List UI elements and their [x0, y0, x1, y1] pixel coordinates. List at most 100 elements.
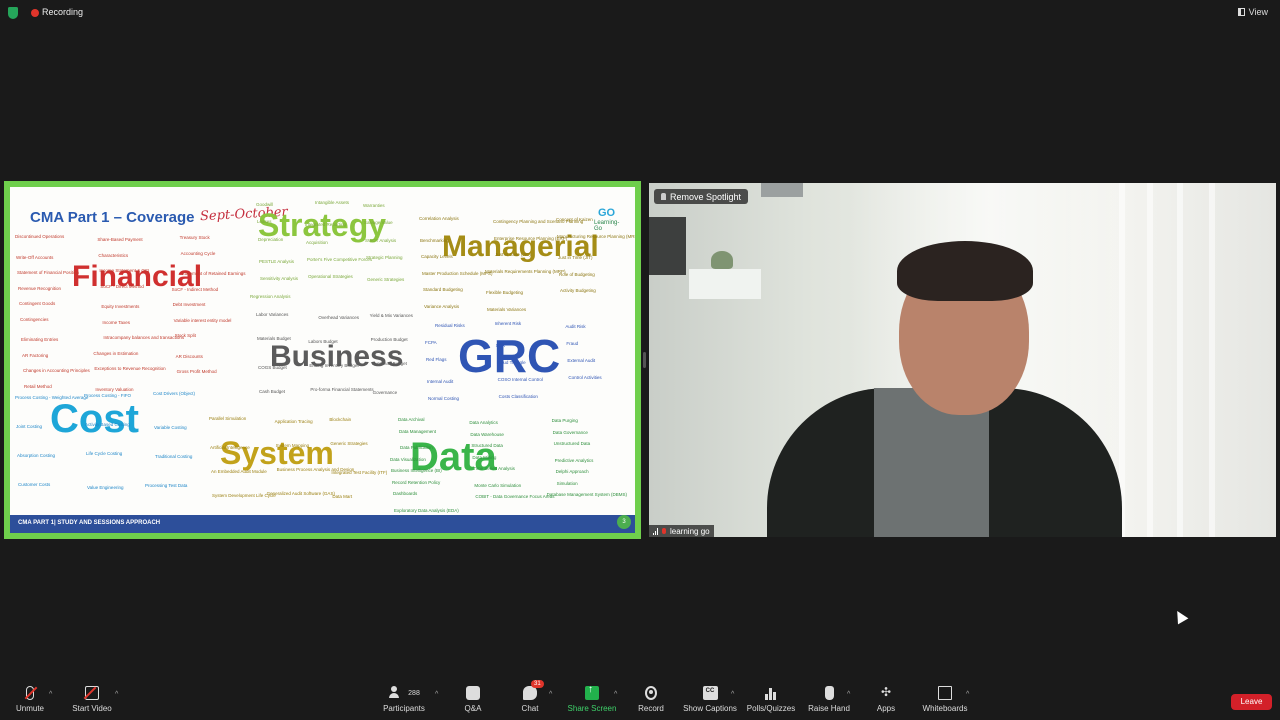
- big-word-system: System: [220, 435, 334, 471]
- person-hair: [897, 241, 1033, 301]
- topic-word: Overhead Budget: [371, 361, 407, 366]
- start-video-button[interactable]: Start Video: [70, 686, 114, 713]
- video-options-chevron-icon[interactable]: ^: [115, 691, 118, 698]
- topic-word: Labors Budget: [308, 339, 338, 344]
- topic-word: Pro-forma Financial Statements: [310, 387, 374, 392]
- topic-word: Artificial Intelligence: [210, 445, 250, 450]
- topic-word: AR Discounts: [175, 353, 203, 359]
- topic-word: Flexible Budgeting: [486, 290, 524, 295]
- top-bar: Recording View: [0, 0, 1280, 28]
- topic-word: COSO Internal Control: [497, 377, 543, 382]
- topic-word: Changes in Estimation: [93, 350, 139, 356]
- topic-word: Eliminating Entries: [21, 337, 59, 342]
- topic-word: Data Management: [399, 428, 437, 434]
- topic-word: Normal Costing: [428, 396, 460, 401]
- whiteboards-button[interactable]: Whiteboards: [920, 686, 970, 713]
- qa-label: Q&A: [464, 704, 482, 713]
- show-captions-button[interactable]: CC Show Captions: [682, 686, 738, 713]
- participants-icon: [388, 686, 404, 700]
- microphone-muted-icon: [24, 686, 38, 700]
- video-camera-muted-icon: [83, 686, 99, 700]
- topic-word: Structured Data: [471, 443, 503, 448]
- topic-word: SoCF - Direct Method: [100, 283, 144, 289]
- topic-word: Master Production Schedule (MPS): [422, 270, 493, 276]
- topic-word: Integrated Reporting: [305, 222, 347, 228]
- topic-word: Correlation Analysis: [419, 216, 459, 221]
- remove-spotlight-label: Remove Spotlight: [670, 191, 742, 202]
- security-shield-icon[interactable]: [8, 7, 18, 19]
- raise-hand-label: Raise Hand: [808, 704, 850, 713]
- raise-hand-icon: [824, 686, 834, 700]
- topic-word: Application Tracing: [274, 419, 313, 424]
- topic-word: COGS Budget: [258, 365, 287, 370]
- topic-word: Contingent Goods: [19, 301, 56, 306]
- topic-word: Simulation: [556, 480, 578, 486]
- participant-video-tile[interactable]: Remove Spotlight learning go: [649, 183, 1276, 537]
- split-divider-handle[interactable]: [643, 352, 646, 368]
- chat-button[interactable]: 31 Chat: [518, 680, 544, 713]
- view-button[interactable]: View: [1237, 7, 1268, 17]
- apps-button[interactable]: ✣ Apps: [874, 686, 898, 713]
- topic-word: Predictive Analytics: [554, 457, 594, 463]
- leave-button[interactable]: Leave: [1231, 694, 1272, 710]
- share-screen-icon: [585, 684, 599, 700]
- captions-options-chevron-icon[interactable]: ^: [731, 691, 734, 698]
- big-word-grc: GRC: [458, 330, 561, 382]
- chat-unread-badge: 31: [531, 680, 544, 688]
- topic-word: Processing Test Data: [145, 483, 188, 488]
- wall-device: [649, 217, 686, 275]
- topic-word: Integrated Test Facility (ITF): [331, 470, 388, 475]
- participant-name: learning go: [670, 526, 710, 536]
- window-blind: [1119, 183, 1125, 537]
- whiteboards-options-chevron-icon[interactable]: ^: [966, 691, 969, 698]
- topic-word: Life Cycle Costing: [86, 451, 123, 456]
- topic-word: Dashboards: [393, 491, 418, 496]
- topic-word: Treasury Stock: [179, 235, 210, 240]
- muted-mic-icon: [662, 528, 666, 534]
- topic-word: Characteristics: [98, 252, 129, 258]
- topic-word: Materials Budget: [257, 336, 291, 341]
- raise-hand-button[interactable]: Raise Hand: [807, 686, 851, 713]
- polls-quizzes-button[interactable]: Polls/Quizzes: [745, 686, 797, 713]
- wall-vent: [761, 183, 803, 197]
- captions-icon: CC: [702, 686, 718, 700]
- participants-button[interactable]: 288 Participants: [380, 686, 428, 713]
- topic-word: Data Archival: [398, 417, 425, 422]
- chat-options-chevron-icon[interactable]: ^: [549, 691, 552, 698]
- share-options-chevron-icon[interactable]: ^: [614, 691, 617, 698]
- plant: [711, 251, 733, 269]
- recording-dot-icon: [31, 9, 39, 17]
- qa-button[interactable]: Q&A: [461, 686, 485, 713]
- topic-word: Changes in Accounting Principles: [23, 368, 90, 373]
- topic-word: Warranties: [363, 203, 385, 208]
- topic-word: Statement of Financial Position: [17, 270, 80, 275]
- share-screen-button[interactable]: Share Screen: [567, 684, 617, 713]
- mouse-cursor-icon: [1172, 608, 1189, 625]
- chat-label: Chat: [521, 704, 539, 713]
- audio-options-chevron-icon[interactable]: ^: [49, 691, 52, 698]
- topic-word: Data Warehouse: [470, 431, 504, 437]
- unmute-button[interactable]: Unmute: [14, 686, 46, 713]
- record-button[interactable]: Record: [636, 686, 666, 713]
- topic-word: Write-Off Accounts: [16, 254, 54, 260]
- topic-word: Income Taxes: [102, 319, 131, 325]
- topic-word: Manufacturing Resource Planning (MRP II): [557, 233, 635, 239]
- topic-word: Business Intelligence (BI): [391, 468, 442, 473]
- meeting-toolbar: Unmute ^ Start Video ^ 288 Participants …: [0, 680, 1280, 720]
- remove-spotlight-button[interactable]: Remove Spotlight: [654, 189, 749, 204]
- topic-word: Delphi Approach: [555, 469, 589, 474]
- window-blind: [1177, 183, 1183, 537]
- topic-word: Variable interest entity model: [173, 317, 232, 323]
- topic-word: Intracompany balances and transactions: [103, 335, 185, 340]
- reactions-options-chevron-icon[interactable]: ^: [847, 691, 850, 698]
- polls-icon: [765, 686, 777, 700]
- apps-icon: ✣: [880, 685, 892, 699]
- topic-word: SWOT Analysis: [365, 237, 397, 243]
- topic-word: Capacity Levels: [421, 254, 453, 259]
- participants-label: Participants: [383, 704, 425, 713]
- topic-word: Monte Carlo Simulation: [474, 482, 522, 488]
- start-video-label: Start Video: [72, 704, 112, 713]
- participant-name-label: learning go: [649, 525, 714, 537]
- participants-options-chevron-icon[interactable]: ^: [435, 691, 438, 698]
- polls-quizzes-label: Polls/Quizzes: [746, 704, 796, 713]
